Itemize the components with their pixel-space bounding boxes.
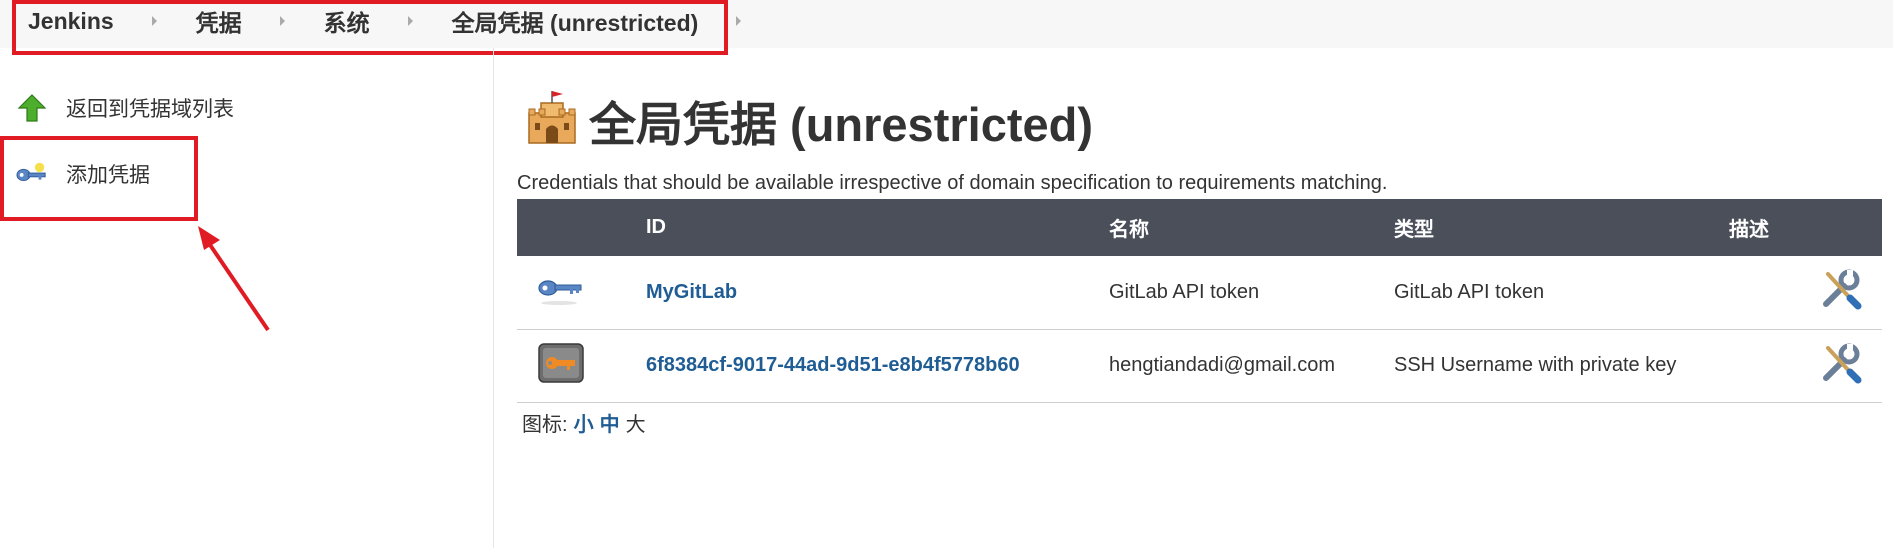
credential-type-cell [517, 256, 646, 329]
castle-icon [523, 89, 581, 152]
icon-size-medium[interactable]: 中 [600, 408, 620, 437]
page-description: Credentials that should be available irr… [517, 172, 1388, 194]
credential-name-cell: GitLab API token [1109, 280, 1260, 303]
table-row: MyGitLab GitLab API token GitLab API tok… [517, 256, 1882, 329]
icon-size-large[interactable]: 大 [626, 408, 646, 437]
credential-action-cell [1729, 329, 1882, 402]
annotation-arrow [198, 226, 270, 332]
credential-id-link[interactable]: MyGitLab [646, 281, 737, 303]
chevron-right-icon[interactable] [732, 15, 746, 27]
icon-size-small[interactable]: 小 [574, 408, 594, 437]
header-description[interactable]: 描述 [1729, 199, 1882, 256]
credential-type-text: GitLab API token [1394, 280, 1545, 303]
wrench-screwdriver-icon[interactable] [1820, 269, 1862, 315]
header-type[interactable]: 类型 [1394, 199, 1729, 256]
back-to-domains-label: 返回到凭据域列表 [66, 98, 234, 121]
header-icon-col [517, 199, 646, 256]
table-header-row: ID 名称 类型 描述 [517, 199, 1882, 256]
ssh-key-icon [537, 342, 585, 389]
key-icon [537, 280, 585, 312]
header-name[interactable]: 名称 [1109, 199, 1394, 256]
credential-action-cell [1729, 256, 1882, 329]
credential-id-link[interactable]: 6f8384cf-9017-44ad-9d51-e8b4f5778b60 [646, 354, 1020, 376]
header-id[interactable]: ID [646, 199, 1109, 256]
credential-id-cell: MyGitLab [646, 256, 1109, 329]
table-row: 6f8384cf-9017-44ad-9d51-e8b4f5778b60 hen… [517, 329, 1882, 402]
credential-id-cell: 6f8384cf-9017-44ad-9d51-e8b4f5778b60 [646, 329, 1109, 402]
credential-type-cell [517, 329, 646, 402]
credential-type-text: SSH Username with private key [1394, 354, 1677, 376]
add-credentials-highlight-box [0, 136, 198, 221]
icon-size-selector: 图标: 小 中 大 [522, 408, 646, 437]
page-title: 全局凭据 (unrestricted) [589, 98, 1093, 151]
wrench-screwdriver-icon[interactable] [1820, 343, 1862, 389]
breadcrumb-highlight-box [12, 0, 728, 55]
credential-name-cell: hengtiandadi@gmail.com [1109, 354, 1335, 376]
icon-size-label: 图标: [522, 414, 568, 436]
back-to-domains-link[interactable]: 返回到凭据域列表 [16, 92, 234, 124]
up-arrow-icon [16, 92, 48, 124]
page-header: 全局凭据 (unrestricted) [523, 86, 1093, 155]
credentials-table: ID 名称 类型 描述 MyGitLab GitLab API token Gi… [517, 199, 1882, 403]
